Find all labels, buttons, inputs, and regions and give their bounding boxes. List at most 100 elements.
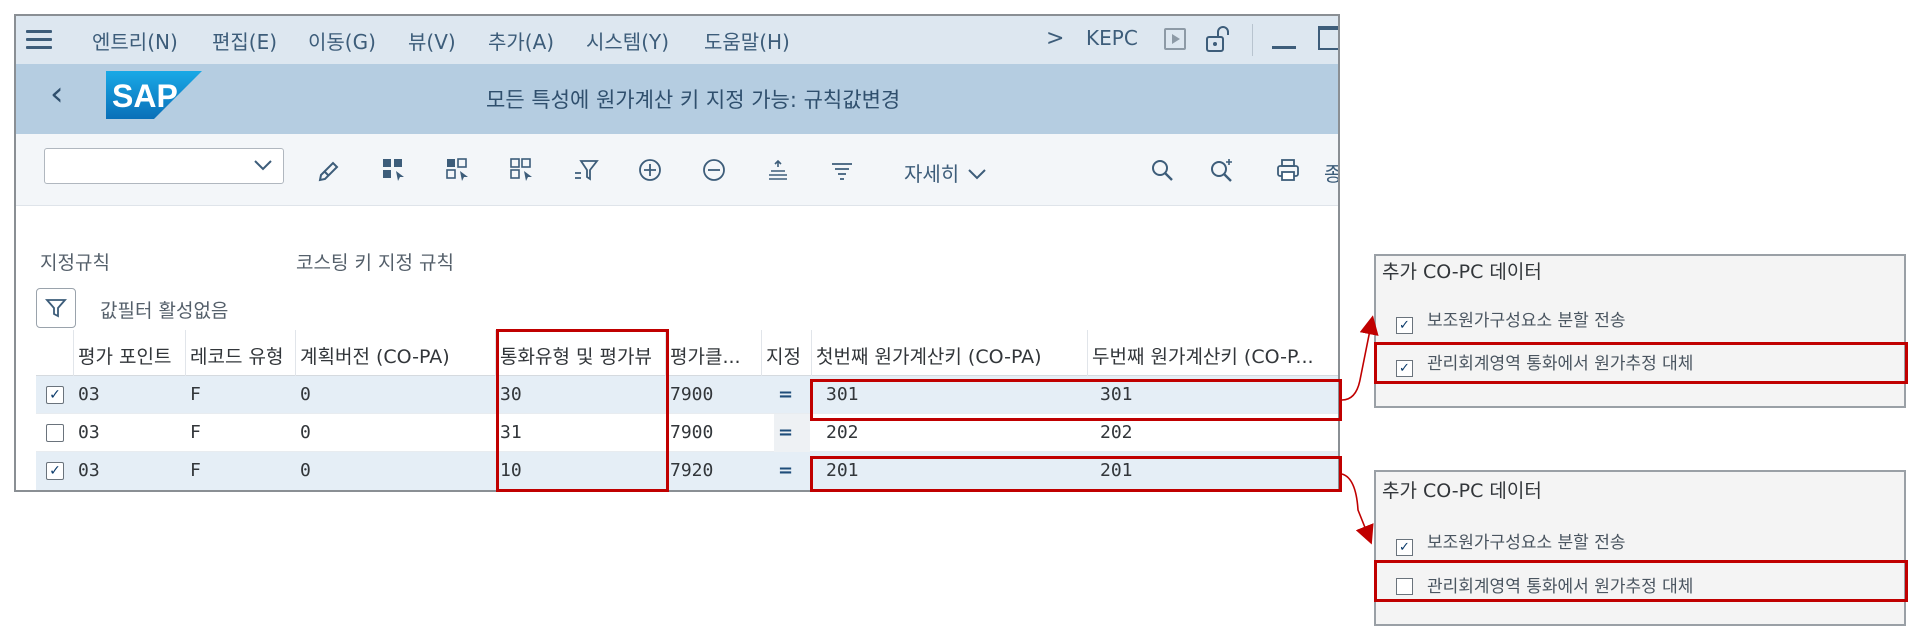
cell-record-type: F (190, 384, 201, 405)
cell-valuation-class: 7900 (670, 422, 714, 443)
menu-hamburger-icon[interactable] (26, 30, 52, 50)
cell-assignment[interactable]: = (774, 414, 810, 452)
sort-icon[interactable] (824, 152, 860, 188)
filter-icon (45, 299, 67, 318)
header-select-column[interactable] (36, 330, 74, 376)
details-label: 자세히 (904, 162, 960, 186)
header-first-costing-key[interactable]: 첫번째 원가계산키 (CO-PA) (812, 330, 1088, 376)
cell-valuation-class: 7920 (670, 460, 714, 481)
menu-help[interactable]: 도움말(H) (704, 26, 790, 55)
option-label: 관리회계영역 통화에서 원가추정 대체 (1427, 577, 1694, 597)
table-row[interactable]: 03 F 0 31 7900 = 202 202 (36, 414, 1338, 452)
option-mgmt-currency-transfer[interactable]: ✓ 관리회계영역 통화에서 원가추정 대체 (1396, 349, 1693, 377)
svg-text:SAP: SAP (112, 78, 178, 114)
menu-divider (1252, 24, 1253, 56)
co-pc-panel-1: 추가 CO-PC 데이터 ✓ 보조원가구성요소 분할 전송 ✓ 관리회계영역 통화에… (1374, 254, 1906, 408)
row-select-checkbox[interactable]: ✓ (46, 462, 64, 480)
cell-plan-version: 0 (300, 460, 311, 481)
rules-table: 평가 포인트 레코드 유형 계획버전 (CO-PA) 통화유형 및 평가뷰 평가… (36, 330, 1338, 490)
chevron-down-icon (967, 169, 986, 180)
menu-bar: 엔트리(N) 편집(E) 이동(G) 뷰(V) 추가(A) 시스템(Y) 도움말… (16, 16, 1338, 64)
remove-icon[interactable] (696, 152, 732, 188)
print-icon[interactable] (1270, 152, 1306, 188)
panel-title: 추가 CO-PC 데이터 (1382, 480, 1542, 502)
option-mgmt-currency-transfer[interactable]: 관리회계영역 통화에서 원가추정 대체 (1396, 572, 1693, 597)
menu-system[interactable]: 시스템(Y) (586, 26, 669, 55)
cell-first-costing-key: 301 (826, 384, 859, 405)
table-row[interactable]: ✓ 03 F 0 30 7900 = 301 301 (36, 376, 1338, 414)
row-select-checkbox[interactable] (46, 424, 64, 442)
chevron-right-icon[interactable]: > (1046, 26, 1064, 51)
cell-valuation-class: 7900 (670, 384, 714, 405)
cell-assignment[interactable]: = (774, 376, 793, 414)
option-label: 관리회계영역 통화에서 원가추정 대체 (1427, 354, 1694, 374)
header-assignment[interactable]: 지정 (762, 330, 812, 376)
add-icon[interactable] (632, 152, 668, 188)
cell-currency-valuation: 31 (500, 422, 522, 443)
title-bar: ‹ SAP 모든 특성에 원가계산 키 지정 가능: 규칙값변경 (16, 64, 1338, 134)
cell-assignment[interactable]: = (774, 452, 793, 490)
chevron-down-icon (251, 153, 275, 181)
cell-valuation-point: 03 (78, 460, 100, 481)
menu-view[interactable]: 뷰(V) (408, 26, 456, 55)
play-icon[interactable] (1164, 28, 1186, 50)
checkbox-aux-cost-split[interactable]: ✓ (1396, 539, 1413, 556)
header-valuation-class[interactable]: 평가클... (666, 330, 762, 376)
option-label: 보조원가구성요소 분할 전송 (1427, 533, 1626, 553)
unlock-icon[interactable] (1204, 24, 1232, 58)
panel-title: 추가 CO-PC 데이터 (1382, 261, 1542, 283)
menu-entry[interactable]: 엔트리(N) (92, 26, 178, 55)
table-row[interactable]: ✓ 03 F 0 10 7920 = 201 201 (36, 452, 1338, 490)
cell-first-costing-key: 202 (826, 422, 859, 443)
select-block-icon[interactable] (440, 152, 476, 188)
header-currency-valuation[interactable]: 통화유형 및 평가뷰 (496, 330, 666, 376)
sap-logo: SAP (106, 71, 202, 119)
cell-first-costing-key: 201 (826, 460, 859, 481)
select-all-icon[interactable] (376, 152, 412, 188)
option-aux-cost-split[interactable]: ✓ 보조원가구성요소 분할 전송 (1396, 306, 1626, 334)
cell-currency-valuation: 10 (500, 460, 522, 481)
truncated-toolbar-label[interactable]: 종 (1324, 158, 1338, 187)
page-title: 모든 특성에 원가계산 키 지정 가능: 규칙값변경 (486, 88, 901, 112)
details-menu[interactable]: 자세히 (904, 158, 988, 187)
header-plan-version[interactable]: 계획버전 (CO-PA) (296, 330, 496, 376)
edit-icon[interactable] (312, 152, 348, 188)
maximize-icon[interactable] (1318, 26, 1338, 50)
filter-settings-icon[interactable] (568, 152, 604, 188)
cell-second-costing-key: 301 (1100, 384, 1133, 405)
rule-label: 지정규칙 (40, 252, 110, 274)
application-toolbar: 자세히 종 (16, 134, 1338, 206)
cell-currency-valuation: 30 (500, 384, 522, 405)
cell-record-type: F (190, 422, 201, 443)
cell-plan-version: 0 (300, 422, 311, 443)
variant-select[interactable] (44, 148, 284, 184)
rule-value: 코스팅 키 지정 규칙 (296, 252, 454, 274)
checkbox-aux-cost-split[interactable]: ✓ (1396, 317, 1413, 334)
cell-record-type: F (190, 460, 201, 481)
checkbox-mgmt-currency-transfer[interactable]: ✓ (1396, 360, 1413, 377)
menu-edit[interactable]: 편집(E) (212, 26, 277, 55)
option-label: 보조원가구성요소 분할 전송 (1427, 311, 1626, 331)
search-icon[interactable] (1144, 152, 1180, 188)
cell-second-costing-key: 201 (1100, 460, 1133, 481)
system-id: KEPC (1086, 26, 1138, 50)
menu-extras[interactable]: 추가(A) (488, 26, 554, 55)
filter-button[interactable] (36, 288, 76, 328)
checkbox-mgmt-currency-transfer[interactable] (1396, 578, 1413, 595)
search-next-icon[interactable] (1204, 152, 1240, 188)
sap-window: 엔트리(N) 편집(E) 이동(G) 뷰(V) 추가(A) 시스템(Y) 도움말… (14, 14, 1340, 492)
minimize-icon[interactable] (1272, 46, 1296, 49)
header-valuation-point[interactable]: 평가 포인트 (74, 330, 186, 376)
row-select-checkbox[interactable]: ✓ (46, 386, 64, 404)
co-pc-panel-2: 추가 CO-PC 데이터 ✓ 보조원가구성요소 분할 전송 관리회계영역 통화에서… (1374, 470, 1906, 626)
filter-status: 값필터 활성없음 (100, 300, 229, 322)
cell-valuation-point: 03 (78, 422, 100, 443)
align-icon[interactable] (760, 152, 796, 188)
header-second-costing-key[interactable]: 두번째 원가계산키 (CO-P... (1088, 330, 1338, 376)
cell-valuation-point: 03 (78, 384, 100, 405)
back-icon[interactable]: ‹ (50, 74, 64, 114)
header-record-type[interactable]: 레코드 유형 (186, 330, 296, 376)
option-aux-cost-split[interactable]: ✓ 보조원가구성요소 분할 전송 (1396, 528, 1626, 556)
deselect-icon[interactable] (504, 152, 540, 188)
menu-goto[interactable]: 이동(G) (308, 26, 376, 55)
